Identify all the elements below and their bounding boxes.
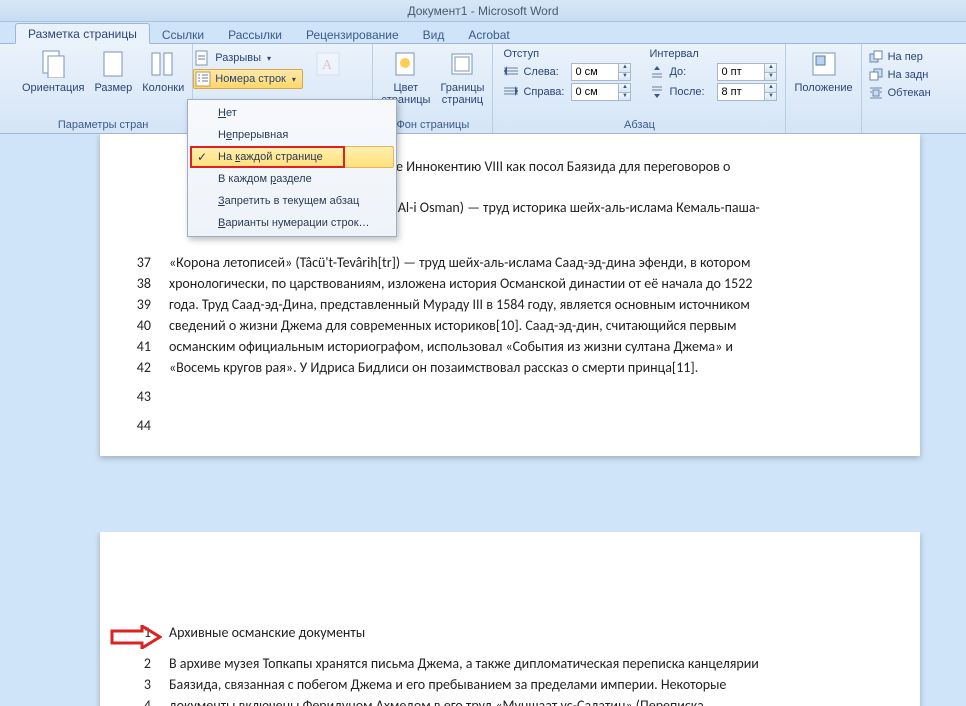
doc-text: османским официальным историографом, исп… — [169, 338, 885, 355]
bring-front-icon — [868, 49, 884, 65]
indent-left-spinner[interactable]: ▲▼ — [618, 64, 630, 80]
doc-text: года. Труд Саад-эд-Дина, представленный … — [169, 296, 885, 313]
send-back-icon — [868, 67, 884, 83]
orientation-button[interactable]: Ориентация — [18, 46, 88, 96]
spacing-before-icon — [649, 64, 665, 80]
spacing-before-spinner[interactable]: ▲▼ — [764, 64, 776, 80]
menu-item-each-section[interactable]: В каждом разделе — [190, 168, 394, 190]
indent-block: Отступ Слева: ▲▼ Справа: ▲▼ — [503, 48, 631, 102]
group-left-gap — [0, 44, 14, 133]
group-page-setup: Ориентация Размер Колонки Параметры стра… — [14, 44, 193, 133]
ribbon: Ориентация Размер Колонки Параметры стра… — [0, 44, 966, 134]
group-label-pagesetup: Параметры стран — [18, 118, 188, 133]
watermark-icon: A — [312, 48, 344, 80]
line-numbers-icon — [195, 71, 211, 87]
tab-review[interactable]: Рецензирование — [294, 25, 411, 44]
menu-item-suppress[interactable]: Запретить в текущем абзац — [190, 190, 394, 212]
spacing-after-input[interactable] — [718, 84, 764, 100]
line-number: 4 — [125, 697, 151, 706]
spacing-before-row: До: ▲▼ — [649, 62, 777, 82]
group-arrange: Положение — [786, 44, 861, 133]
line-number: 37 — [125, 254, 151, 271]
breaks-icon — [195, 50, 211, 66]
ribbon-tabs: Разметка страницы Ссылки Рассылки Реценз… — [0, 22, 966, 44]
indent-left-input[interactable] — [572, 64, 618, 80]
line-number: 41 — [125, 338, 151, 355]
tab-acrobat[interactable]: Acrobat — [456, 25, 521, 44]
indent-title: Отступ — [503, 48, 631, 62]
spacing-after-spinner[interactable]: ▲▼ — [764, 84, 776, 100]
doc-text: «Восемь кругов рая». У Идриса Бидлиси он… — [169, 359, 885, 376]
group-label-paragraph: Абзац — [497, 118, 781, 133]
menu-item-continuous[interactable]: Непрерывная — [190, 124, 394, 146]
spacing-after-icon — [649, 84, 665, 100]
watermark-button[interactable]: A xx — [307, 46, 349, 96]
line-number: 42 — [125, 359, 151, 376]
line-number: 3 — [125, 676, 151, 693]
menu-item-options[interactable]: Варианты нумерации строк… — [190, 212, 394, 234]
position-button[interactable]: Положение — [790, 46, 856, 96]
page-borders-button[interactable]: Границы страниц — [436, 46, 488, 108]
text-wrap-icon — [868, 85, 884, 101]
page-2: 1Архивные османские документы 2В архиве … — [100, 532, 920, 706]
chevron-down-icon — [265, 52, 271, 64]
line-numbers-menu: Нет Непрерывная ✓ На каждой странице В к… — [187, 99, 397, 237]
indent-right-row: Справа: ▲▼ — [503, 82, 631, 102]
chevron-down-icon — [290, 73, 296, 85]
size-button[interactable]: Размер — [90, 46, 136, 96]
indent-left-icon — [503, 64, 519, 80]
doc-text: В архиве музея Топкапы хранятся письма Д… — [169, 655, 885, 672]
tab-view[interactable]: Вид — [411, 25, 457, 44]
svg-text:A: A — [322, 58, 333, 73]
page-color-icon — [390, 48, 422, 80]
indent-left-row: Слева: ▲▼ — [503, 62, 631, 82]
line-number: 44 — [125, 417, 151, 434]
page-borders-icon — [446, 48, 478, 80]
text-wrap-button[interactable]: Обтекан — [868, 85, 931, 101]
position-icon — [808, 48, 840, 80]
doc-text: Баязида, связанная с побегом Джема и его… — [169, 676, 885, 693]
title-bar: Документ1 - Microsoft Word — [0, 0, 966, 22]
line-number: 39 — [125, 296, 151, 313]
group-arrange-extra: На пер На задн Обтекан — [862, 44, 937, 133]
columns-button[interactable]: Колонки — [138, 46, 188, 96]
doc-text — [169, 417, 885, 434]
menu-item-none[interactable]: Нет — [190, 102, 394, 124]
doc-text: «Корона летописей» (Tâcü't-Tevârih[tr]) … — [169, 254, 885, 271]
doc-text — [169, 388, 885, 405]
line-number: 2 — [125, 655, 151, 672]
send-back-button[interactable]: На задн — [868, 67, 931, 83]
line-number: 40 — [125, 317, 151, 334]
spacing-before-input[interactable] — [718, 64, 764, 80]
spacing-block: Интервал До: ▲▼ После: ▲▼ — [649, 48, 777, 102]
doc-text: сведений о жизни Джема для современных и… — [169, 317, 885, 334]
menu-item-each-page[interactable]: ✓ На каждой странице — [190, 146, 394, 168]
spacing-after-row: После: ▲▼ — [649, 82, 777, 102]
doc-text: Архивные османские документы — [169, 624, 885, 641]
doc-text: хронологически, по царствованиям, изложе… — [169, 275, 885, 292]
group-paragraph: Отступ Слева: ▲▼ Справа: ▲▼ Интервал До: — [493, 44, 786, 133]
indent-right-spinner[interactable]: ▲▼ — [618, 84, 630, 100]
check-icon: ✓ — [197, 150, 207, 164]
doc-text: документы включены Феридуном Ахмедом в е… — [169, 697, 885, 706]
bring-front-button[interactable]: На пер — [868, 49, 931, 65]
tab-page-layout[interactable]: Разметка страницы — [15, 23, 150, 44]
orientation-icon — [37, 48, 69, 80]
window-title: Документ1 - Microsoft Word — [407, 4, 558, 18]
tab-mailings[interactable]: Рассылки — [216, 25, 294, 44]
size-icon — [97, 48, 129, 80]
red-arrow-annotation — [110, 625, 162, 649]
indent-right-icon — [503, 84, 519, 100]
line-number: 43 — [125, 388, 151, 405]
line-numbers-button[interactable]: Номера строк — [193, 69, 303, 89]
spacing-title: Интервал — [649, 48, 777, 62]
line-number: 38 — [125, 275, 151, 292]
document-area[interactable]: к папе Иннокентию VIII как посол Баязида… — [0, 134, 966, 706]
indent-right-input[interactable] — [572, 84, 618, 100]
columns-icon — [147, 48, 179, 80]
tab-references[interactable]: Ссылки — [150, 25, 216, 44]
breaks-button[interactable]: Разрывы — [193, 48, 303, 68]
